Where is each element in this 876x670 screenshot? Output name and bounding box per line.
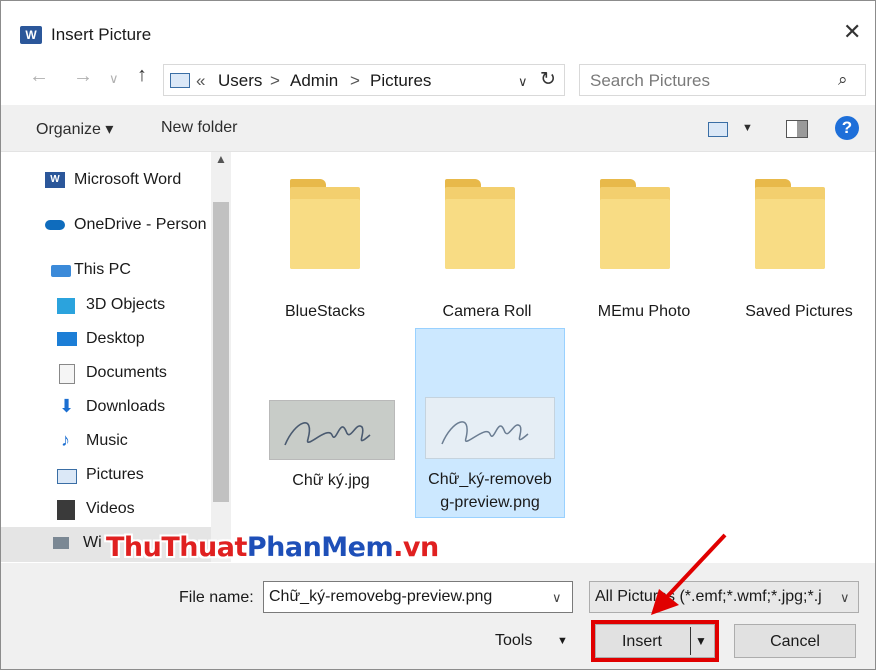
new-folder-button[interactable]: New folder	[161, 119, 237, 137]
signature-image	[284, 422, 371, 446]
view-dropdown-icon[interactable]: ▼	[742, 122, 753, 134]
sidebar-item-microsoft-word[interactable]: Microsoft Word	[74, 171, 181, 189]
music-icon: ♪	[61, 430, 70, 450]
sidebar-item-onedrive[interactable]: OneDrive - Person	[74, 216, 207, 234]
breadcrumb-users[interactable]: Users	[218, 71, 262, 91]
image-thumbnail[interactable]	[269, 400, 395, 460]
file-name-value[interactable]: Chữ_ký-removebg-preview.png	[269, 588, 492, 606]
computer-icon	[51, 265, 71, 277]
window-title: Insert Picture	[51, 25, 152, 44]
insert-picture-dialog: W Insert Picture ✕ ← → ∨ ↑ « Users > Adm…	[0, 0, 876, 670]
breadcrumb-pictures[interactable]: Pictures	[370, 71, 431, 91]
sidebar-item-videos[interactable]: Videos	[86, 500, 135, 518]
scrollbar-thumb[interactable]	[213, 202, 229, 502]
video-icon	[57, 500, 75, 520]
tools-dropdown-icon[interactable]: ▼	[557, 635, 568, 647]
highlight-box	[591, 620, 719, 662]
command-toolbar: Organize ▾ New folder ▼ ?	[1, 105, 875, 152]
file-chu-ky-removebg-line2[interactable]: g-preview.png	[415, 494, 565, 512]
title-bar: W Insert Picture ✕	[1, 1, 875, 47]
folder-saved-pictures[interactable]: Saved Pictures	[731, 303, 867, 321]
search-icon[interactable]: ⌕	[838, 70, 848, 90]
folder-icon[interactable]	[290, 179, 360, 269]
folder-icon[interactable]	[445, 179, 515, 269]
breadcrumb-separator: >	[270, 71, 280, 90]
drive-icon	[53, 537, 69, 549]
image-thumbnail[interactable]	[425, 397, 555, 459]
word-app-icon: W	[20, 26, 42, 44]
sidebar-item-music[interactable]: Music	[86, 432, 128, 450]
address-dropdown-icon[interactable]: ∨	[518, 74, 528, 90]
file-name-field[interactable]: Chữ_ký-removebg-preview.png ∨	[263, 581, 573, 613]
sidebar-item-3d-objects[interactable]: 3D Objects	[86, 296, 165, 314]
folder-camera-roll[interactable]: Camera Roll	[427, 303, 547, 321]
sidebar-item-documents[interactable]: Documents	[86, 364, 167, 382]
view-options-icon[interactable]	[708, 122, 728, 137]
breadcrumb-overflow[interactable]: «	[196, 71, 205, 91]
pictures-location-icon	[170, 73, 190, 88]
up-arrow-icon[interactable]: ↑	[137, 64, 147, 87]
organize-menu[interactable]: Organize ▾	[36, 119, 113, 139]
sidebar-item-this-pc[interactable]: This PC	[74, 261, 131, 279]
cancel-button[interactable]: Cancel	[734, 624, 856, 658]
sidebar-item-drive[interactable]: Wi	[83, 534, 102, 552]
folder-memu-photo[interactable]: MEmu Photo	[584, 303, 704, 321]
folder-icon[interactable]	[755, 179, 825, 269]
folder-icon[interactable]	[600, 179, 670, 269]
sidebar-item-downloads[interactable]: Downloads	[86, 398, 165, 416]
search-box[interactable]: Search Pictures ⌕	[579, 64, 866, 96]
file-chu-ky-jpg[interactable]: Chữ ký.jpg	[269, 472, 393, 490]
cancel-label: Cancel	[770, 633, 820, 650]
annotation-arrow	[651, 533, 727, 615]
back-arrow-icon[interactable]: ←	[29, 65, 49, 88]
sidebar-item-pictures[interactable]: Pictures	[86, 466, 144, 484]
file-chu-ky-removebg-line1[interactable]: Chữ_ký-removeb	[415, 471, 565, 489]
forward-arrow-icon[interactable]: →	[73, 65, 93, 88]
breadcrumb-admin[interactable]: Admin	[290, 71, 338, 91]
file-name-label: File name:	[179, 589, 254, 606]
download-icon: ⬇	[59, 396, 75, 416]
folder-bluestacks[interactable]: BlueStacks	[275, 303, 375, 321]
address-bar[interactable]: « Users > Admin > Pictures ∨ ↻	[163, 64, 565, 96]
signature-image	[441, 421, 529, 445]
scroll-up-icon[interactable]: ▲	[215, 152, 227, 166]
pictures-icon	[57, 469, 77, 484]
help-icon[interactable]: ?	[835, 116, 859, 140]
tools-menu[interactable]: Tools	[495, 632, 532, 650]
watermark-logo: ThuThuatPhanMem.vn	[106, 532, 439, 563]
sidebar-scrollbar[interactable]: ▲	[211, 152, 231, 562]
refresh-icon[interactable]: ↻	[540, 68, 556, 91]
cloud-icon	[45, 220, 65, 230]
desktop-icon	[57, 332, 77, 346]
recent-locations-chevron-icon[interactable]: ∨	[109, 71, 119, 87]
close-icon[interactable]: ✕	[843, 19, 861, 45]
file-name-dropdown-icon[interactable]: ∨	[552, 590, 562, 606]
file-type-dropdown-icon[interactable]: ∨	[840, 590, 850, 606]
preview-pane-icon[interactable]	[786, 120, 808, 138]
sidebar-item-desktop[interactable]: Desktop	[86, 330, 145, 348]
breadcrumb-separator: >	[350, 71, 360, 90]
document-icon	[59, 364, 75, 384]
word-icon: W	[45, 172, 65, 188]
cube-icon	[57, 298, 75, 314]
search-input[interactable]: Search Pictures	[590, 71, 710, 91]
